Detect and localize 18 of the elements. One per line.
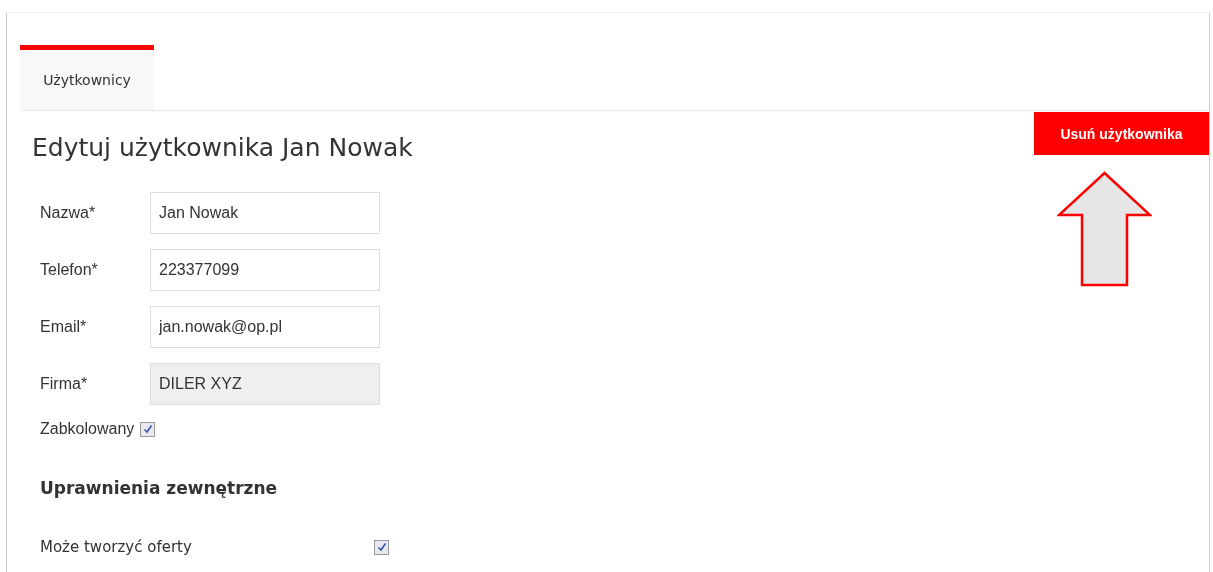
field-label: Firma* xyxy=(40,375,89,393)
checkbox[interactable] xyxy=(374,539,389,555)
text-field[interactable]: 223377099 xyxy=(150,249,380,291)
checkbox-label: Może tworzyć oferty xyxy=(40,538,193,556)
field-label: Nazwa* xyxy=(40,204,97,222)
checkmark-icon xyxy=(376,542,387,552)
field-label: Email* xyxy=(40,318,88,336)
text-field[interactable]: jan.nowak@op.pl xyxy=(150,306,380,348)
checkmark-icon xyxy=(142,424,153,434)
page-title: Edytuj użytkownika Jan Nowak xyxy=(32,133,413,162)
checkbox[interactable] xyxy=(140,421,156,437)
checkbox-label: Zabkolowany xyxy=(40,420,135,438)
field-label: Telefon* xyxy=(40,261,99,279)
delete-user-button[interactable]: Usuń użytkownika xyxy=(1034,112,1209,155)
text-field[interactable]: Jan Nowak xyxy=(150,192,380,234)
section-heading: Uprawnienia zewnętrzne xyxy=(40,478,279,498)
tab[interactable]: Użytkownicy xyxy=(20,45,154,110)
up-arrow-icon xyxy=(1057,171,1152,287)
